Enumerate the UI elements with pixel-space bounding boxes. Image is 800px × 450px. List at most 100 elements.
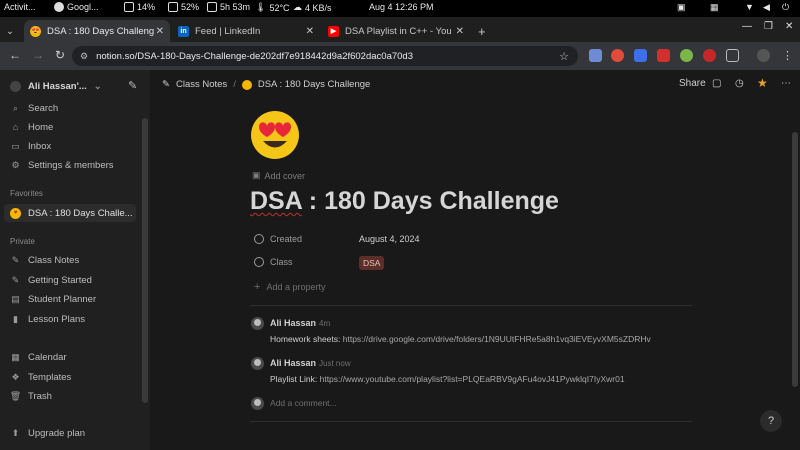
sidebar-scrollbar[interactable] [142,118,148,403]
wifi-icon[interactable]: ▼ [745,2,754,12]
pencil-icon: ✎ [11,254,20,265]
image-icon: ▣ [252,170,261,180]
extension-blue-icon[interactable] [634,49,647,62]
workspace-switcher[interactable]: Ali Hassan'... ⌄ [4,77,136,95]
clock-icon [254,234,264,244]
extension-record-icon[interactable] [703,49,716,62]
history-icon[interactable]: ◷ [735,78,744,89]
more-options-icon[interactable]: ⋯ [781,78,791,89]
browser-menu-icon[interactable]: ⋮ [781,49,794,62]
new-page-icon[interactable]: ✎ [128,79,137,92]
divider [250,305,692,306]
close-tab-icon[interactable]: ✕ [156,26,164,37]
volume-icon[interactable]: ◀ [763,2,770,13]
comment-author: Ali Hassan 4m [270,318,331,328]
home-icon: ⌂ [12,122,19,132]
calendar-icon: ▤ [11,293,20,304]
favorites-heading: Favorites [10,189,43,198]
upgrade-icon: ⬆ [11,427,20,438]
close-tab-icon[interactable]: ✕ [456,26,464,37]
reload-icon[interactable]: ↻ [55,48,65,62]
clock[interactable]: Aug 4 12:26 PM [369,2,434,12]
extension-red-icon[interactable] [657,49,670,62]
plus-icon: + [254,281,261,293]
comment-input[interactable]: Add a comment... [270,398,337,408]
comments-icon[interactable]: ▢ [712,78,721,89]
calendar-icon: ▦ [11,351,20,362]
class-tag[interactable]: DSA [359,256,385,270]
tab-youtube-playlist[interactable]: ▶ DSA Playlist in C++ - You ✕ [322,20,470,42]
pencil-icon: ✎ [162,79,170,90]
sidebar-item-lesson-plans[interactable]: ▮ Lesson Plans [4,310,136,328]
power-icon[interactable]: ⏻ [782,2,789,13]
address-bar[interactable]: ⚙ notion.so/DSA-180-Days-Challenge-de202… [72,46,578,66]
breadcrumb-current[interactable]: DSA : 180 Days Challenge [258,79,370,90]
minimize-icon[interactable]: — [742,21,752,32]
favorite-star-icon[interactable]: ★ [757,76,768,90]
youtube-icon: ▶ [328,25,339,37]
back-icon[interactable]: ← [9,48,21,62]
add-cover-button[interactable]: ▣ Add cover [252,170,305,181]
add-property-button[interactable]: + Add a property [254,281,325,293]
apps-grid-icon[interactable]: ▦ [710,2,719,13]
tab-list-button[interactable]: ⌄ [0,20,22,42]
tab-dsa-challenge[interactable]: 😍 DSA : 180 Days Challeng ✕ [24,20,170,42]
tab-linkedin[interactable]: in Feed | LinkedIn ✕ [172,20,320,42]
sidebar-item-dsa-challenge[interactable]: ♥ DSA : 180 Days Challe... [4,204,136,222]
property-class-label[interactable]: Class [254,257,293,267]
sidebar-item-inbox[interactable]: ▭ Inbox [4,137,136,155]
close-window-icon[interactable]: ✕ [785,21,793,32]
current-user-avatar [251,397,264,410]
close-tab-icon[interactable]: ✕ [306,26,314,37]
breadcrumb-separator: / [233,79,236,90]
bookmark-star-icon[interactable]: ☆ [559,50,569,63]
restore-icon[interactable]: ❐ [764,21,773,32]
new-tab-button[interactable]: + [472,20,492,42]
upgrade-plan-button[interactable]: ⬆ Upgrade plan [4,424,136,442]
activities-button[interactable]: Activit... [4,2,36,12]
battery-icon [124,2,134,12]
page-scrollbar[interactable] [792,132,798,387]
extension-pokeball-icon[interactable] [611,49,624,62]
property-created-label[interactable]: Created [254,234,302,244]
sidebar-item-calendar[interactable]: ▦ Calendar [4,348,136,366]
sidebar-item-student-planner[interactable]: ▤ Student Planner [4,290,136,308]
site-info-icon[interactable]: ⚙ [80,51,88,62]
sidebar-item-settings[interactable]: ⚙ Settings & members [4,156,136,174]
page-content: ✎ Class Notes / DSA : 180 Days Challenge… [150,70,800,450]
profile-avatar-icon[interactable] [757,49,770,62]
templates-icon: ❖ [11,371,20,382]
heart-eyes-emoji-icon: 😍 [30,25,41,37]
system-top-bar: Activit... Googl... 14% 52% 5h 53m 🌡 52°C… [0,0,800,17]
select-icon [254,257,264,267]
page-title[interactable]: DSA : 180 Days Challenge [250,187,559,216]
sidebar-item-home[interactable]: ⌂ Home [4,118,136,136]
chrome-app-indicator[interactable]: Googl... [54,2,99,12]
share-button[interactable]: Share [679,78,706,89]
comment-link[interactable]: https://drive.google.com/drive/folders/1… [343,334,651,344]
linkedin-icon: in [178,25,189,37]
heart-eyes-emoji-icon[interactable] [250,110,300,160]
bookmark-icon: ▮ [13,313,18,324]
help-button[interactable]: ? [760,410,782,432]
comment-link[interactable]: https://www.youtube.com/playlist?list=PL… [320,374,625,384]
time-left-indicator: 5h 53m [207,2,250,12]
extension-translate-icon[interactable] [589,49,602,62]
extension-green-icon[interactable] [680,49,693,62]
workspace-avatar [10,80,21,92]
trash-icon: 🗑 [9,390,22,401]
sidebar-item-class-notes[interactable]: ✎ Class Notes [4,251,136,269]
search-icon: ⌕ [12,102,19,113]
sidebar-item-trash[interactable]: 🗑 Trash [4,387,136,405]
divider [250,421,692,422]
chrome-icon [54,2,64,12]
breadcrumb-class-notes[interactable]: Class Notes [176,79,227,90]
clipboard-icon[interactable]: ▣ [677,2,686,13]
extensions-puzzle-icon[interactable] [726,49,739,62]
sidebar-item-getting-started[interactable]: ✎ Getting Started [4,271,136,289]
breadcrumb: ✎ Class Notes / DSA : 180 Days Challenge [162,79,370,90]
chevron-down-icon: ⌄ [6,25,14,37]
sidebar-item-search[interactable]: ⌕ Search [4,99,136,117]
sidebar-item-templates[interactable]: ❖ Templates [4,368,136,386]
cloud-icon: ☁ [293,2,302,12]
